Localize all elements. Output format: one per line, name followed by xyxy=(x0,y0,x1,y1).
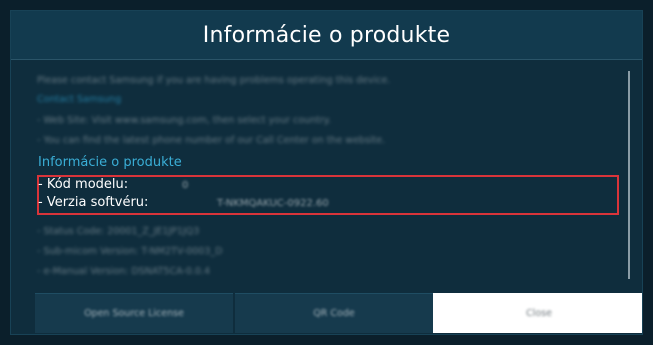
close-label: Close xyxy=(526,307,552,319)
software-version-value: T-NKMQAKUC-0922.60 xyxy=(217,198,329,209)
info-line: - Web Site: Visit www.samsung.com, then … xyxy=(37,115,332,126)
dialog-title: Informácie o produkte xyxy=(202,22,451,48)
model-code-label: - Kód modelu: xyxy=(38,177,129,192)
info-line: - Status Code: 20001_Z_JE1JP1JQ3 xyxy=(37,226,200,237)
model-code-value: 0 xyxy=(182,180,189,191)
qr-code-label: QR Code xyxy=(313,308,355,319)
scrollbar[interactable] xyxy=(628,71,630,279)
info-line: - You can find the latest phone number o… xyxy=(37,135,386,146)
info-line: - e-Manual Version: DSNAT5CA-0.0.4 xyxy=(37,266,210,277)
section-title: Informácie o produkte xyxy=(38,155,182,170)
open-source-license-label: Open Source License xyxy=(84,308,184,319)
product-info-dialog: Informácie o produkte Please contact Sam… xyxy=(10,10,643,335)
dialog-content: Please contact Samsung if you are having… xyxy=(27,69,627,289)
info-line: - Sub-micom Version: T-NM2TV-0003_D xyxy=(37,246,223,257)
open-source-license-button[interactable]: Open Source License xyxy=(35,293,233,333)
info-line: Please contact Samsung if you are having… xyxy=(37,75,391,86)
button-row: Open Source License QR Code Close xyxy=(35,293,642,334)
close-button[interactable]: Close xyxy=(433,293,642,333)
software-version-label: - Verzia softvéru: xyxy=(38,195,149,210)
qr-code-button[interactable]: QR Code xyxy=(235,293,433,333)
contact-samsung-link[interactable]: Contact Samsung xyxy=(37,94,121,105)
dialog-title-bar: Informácie o produkte xyxy=(11,11,642,60)
